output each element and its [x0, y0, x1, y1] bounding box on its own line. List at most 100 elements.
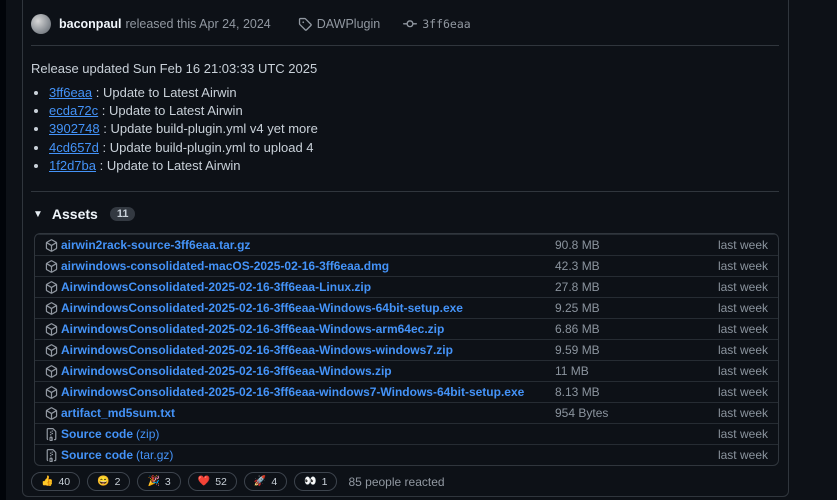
- tag-label: DAWPlugin: [317, 17, 380, 31]
- avatar[interactable]: [31, 14, 51, 34]
- asset-row: Source code (tar.gz) last week: [35, 444, 778, 465]
- asset-name-cell: AirwindowsConsolidated-2025-02-16-3ff6ea…: [45, 280, 555, 294]
- asset-date: last week: [685, 280, 768, 294]
- change-text: : Update to Latest Airwin: [98, 103, 243, 118]
- file-zip-icon: [45, 428, 58, 441]
- asset-download-link[interactable]: airwindows-consolidated-macOS-2025-02-16…: [61, 259, 389, 273]
- asset-date: last week: [685, 448, 768, 462]
- change-list-item: 1f2d7ba : Update to Latest Airwin: [49, 159, 318, 172]
- assets-title: Assets: [52, 206, 98, 222]
- release-page: baconpaul released this Apr 24, 2024 DAW…: [0, 0, 837, 500]
- reaction-count: 4: [271, 476, 277, 488]
- commit-hash-link[interactable]: 3ff6eaa: [422, 17, 470, 31]
- release-header: baconpaul released this Apr 24, 2024 DAW…: [31, 14, 471, 34]
- change-text: : Update build-plugin.yml v4 yet more: [100, 121, 318, 136]
- asset-row: AirwindowsConsolidated-2025-02-16-3ff6ea…: [35, 381, 778, 402]
- commit-link[interactable]: ecda72c: [49, 103, 98, 118]
- commit-link[interactable]: 1f2d7ba: [49, 158, 96, 173]
- asset-date: last week: [685, 364, 768, 378]
- assets-table: airwin2rack-source-3ff6eaa.tar.gz 90.8 M…: [34, 233, 779, 466]
- asset-link-suffix[interactable]: (zip): [136, 427, 159, 441]
- asset-download-link[interactable]: AirwindowsConsolidated-2025-02-16-3ff6ea…: [61, 322, 444, 336]
- asset-name-cell: airwin2rack-source-3ff6eaa.tar.gz: [45, 238, 555, 252]
- asset-download-link[interactable]: artifact_md5sum.txt: [61, 406, 175, 420]
- asset-row: airwindows-consolidated-macOS-2025-02-16…: [35, 255, 778, 276]
- release-updated-text: Release updated Sun Feb 16 21:03:33 UTC …: [31, 61, 317, 76]
- asset-row: AirwindowsConsolidated-2025-02-16-3ff6ea…: [35, 339, 778, 360]
- commit-group[interactable]: 3ff6eaa: [403, 17, 470, 31]
- reaction-button[interactable]: 👀 1: [294, 472, 337, 491]
- reaction-emoji-icon: 👍: [41, 477, 53, 487]
- commit-link[interactable]: 3902748: [49, 121, 100, 136]
- change-list-item: ecda72c : Update to Latest Airwin: [49, 104, 318, 117]
- asset-download-link[interactable]: AirwindowsConsolidated-2025-02-16-3ff6ea…: [61, 280, 371, 294]
- asset-download-link[interactable]: AirwindowsConsolidated-2025-02-16-3ff6ea…: [61, 343, 453, 357]
- asset-date: last week: [685, 427, 768, 441]
- asset-date: last week: [685, 406, 768, 420]
- asset-download-link[interactable]: AirwindowsConsolidated-2025-02-16-3ff6ea…: [61, 385, 524, 399]
- asset-size: 9.59 MB: [555, 343, 685, 357]
- asset-name-cell: AirwindowsConsolidated-2025-02-16-3ff6ea…: [45, 385, 555, 399]
- asset-date: last week: [685, 343, 768, 357]
- reaction-emoji-icon: 😄: [97, 477, 109, 487]
- reaction-button[interactable]: 😄 2: [87, 472, 130, 491]
- asset-name-cell: Source code (zip): [45, 427, 555, 441]
- asset-size: 8.13 MB: [555, 385, 685, 399]
- asset-row: airwin2rack-source-3ff6eaa.tar.gz 90.8 M…: [35, 234, 778, 255]
- commit-link[interactable]: 3ff6eaa: [49, 85, 92, 100]
- package-icon: [45, 407, 58, 420]
- reaction-count: 2: [115, 476, 121, 488]
- package-icon: [45, 281, 58, 294]
- author-link[interactable]: baconpaul: [59, 17, 122, 31]
- asset-row: AirwindowsConsolidated-2025-02-16-3ff6ea…: [35, 318, 778, 339]
- asset-download-link[interactable]: airwin2rack-source-3ff6eaa.tar.gz: [61, 238, 250, 252]
- change-text: : Update to Latest Airwin: [92, 85, 237, 100]
- chevron-down-icon: ▼: [33, 209, 43, 220]
- released-date-text: released this Apr 24, 2024: [126, 17, 271, 31]
- asset-download-link[interactable]: AirwindowsConsolidated-2025-02-16-3ff6ea…: [61, 301, 463, 315]
- asset-name-cell: AirwindowsConsolidated-2025-02-16-3ff6ea…: [45, 343, 555, 357]
- change-list: 3ff6eaa : Update to Latest Airwinecda72c…: [49, 86, 318, 177]
- reaction-emoji-icon: 🚀: [254, 477, 266, 487]
- change-list-item: 4cd657d : Update build-plugin.yml to upl…: [49, 141, 318, 154]
- asset-size: 6.86 MB: [555, 322, 685, 336]
- reaction-count: 40: [58, 476, 70, 488]
- reaction-button[interactable]: 🎉 3: [137, 472, 180, 491]
- asset-date: last week: [685, 301, 768, 315]
- change-list-item: 3ff6eaa : Update to Latest Airwin: [49, 86, 318, 99]
- asset-size: 9.25 MB: [555, 301, 685, 315]
- file-zip-icon: [45, 449, 58, 462]
- package-icon: [45, 239, 58, 252]
- asset-row: AirwindowsConsolidated-2025-02-16-3ff6ea…: [35, 297, 778, 318]
- asset-size: 11 MB: [555, 364, 685, 378]
- asset-date: last week: [685, 322, 768, 336]
- asset-download-link[interactable]: Source code: [61, 448, 133, 462]
- release-card: baconpaul released this Apr 24, 2024 DAW…: [22, 0, 789, 497]
- package-icon: [45, 386, 58, 399]
- asset-download-link[interactable]: AirwindowsConsolidated-2025-02-16-3ff6ea…: [61, 364, 392, 378]
- reaction-button[interactable]: 🚀 4: [244, 472, 287, 491]
- asset-name-cell: AirwindowsConsolidated-2025-02-16-3ff6ea…: [45, 301, 555, 315]
- reaction-emoji-icon: ❤️: [198, 477, 210, 487]
- change-list-item: 3902748 : Update build-plugin.yml v4 yet…: [49, 122, 318, 135]
- assets-header[interactable]: ▼ Assets 11: [33, 206, 135, 222]
- change-text: : Update to Latest Airwin: [96, 158, 241, 173]
- asset-size: 954 Bytes: [555, 406, 685, 420]
- tag-group[interactable]: DAWPlugin: [298, 17, 380, 31]
- asset-link-suffix[interactable]: (tar.gz): [136, 448, 173, 462]
- reaction-button[interactable]: ❤️ 52: [188, 472, 237, 491]
- reactions-row: 👍 40 😄 2 🎉 3 ❤️ 52 🚀 4 👀 1 85 pe: [31, 472, 445, 491]
- reaction-button[interactable]: 👍 40: [31, 472, 80, 491]
- package-icon: [45, 344, 58, 357]
- asset-name-cell: Source code (tar.gz): [45, 448, 555, 462]
- asset-row: AirwindowsConsolidated-2025-02-16-3ff6ea…: [35, 360, 778, 381]
- tag-icon: [298, 17, 312, 31]
- package-icon: [45, 260, 58, 273]
- reaction-summary: 85 people reacted: [348, 475, 444, 489]
- asset-size: 42.3 MB: [555, 259, 685, 273]
- asset-download-link[interactable]: Source code: [61, 427, 133, 441]
- asset-date: last week: [685, 238, 768, 252]
- reaction-emoji-icon: 🎉: [147, 477, 159, 487]
- commit-link[interactable]: 4cd657d: [49, 140, 99, 155]
- package-icon: [45, 323, 58, 336]
